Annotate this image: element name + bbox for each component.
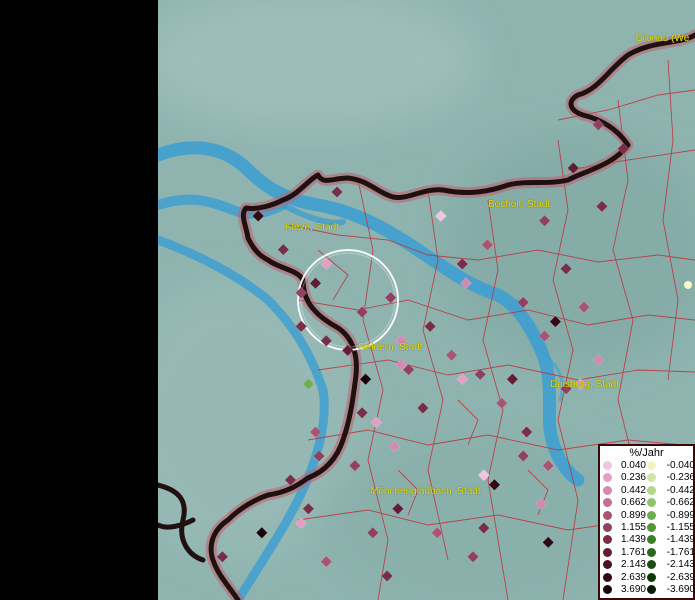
- legend-row-negative: -0.040: [646, 460, 695, 473]
- legend-value: -0.236: [666, 472, 695, 484]
- legend-title: %/Jahr: [629, 447, 664, 459]
- legend-value: 2.639: [620, 571, 646, 583]
- legend-row-positive: 0.236: [602, 472, 646, 485]
- legend-row-negative: -0.442: [646, 485, 695, 498]
- city-label-kleve: Kleve, Stadt: [285, 222, 339, 233]
- legend-value: 0.236: [620, 472, 646, 484]
- legend-swatch: [647, 498, 656, 508]
- legend-row-negative: -2.143: [646, 559, 695, 572]
- map-legend: %/Jahr 0.040 -0.040 0.236 -0.236 0.442 -0.442…: [598, 444, 695, 600]
- legend-swatch: [647, 560, 656, 570]
- legend-swatch: [603, 510, 612, 520]
- legend-row-positive: 0.040: [602, 460, 646, 473]
- legend-row-positive: 1.761: [602, 547, 646, 560]
- city-label-moenchengladbach: Mönchengladbach, Stadt: [370, 486, 481, 497]
- legend-row-negative: -3.690: [646, 584, 695, 597]
- legend-row-negative: -0.662: [646, 497, 695, 510]
- legend-swatch: [647, 485, 656, 495]
- legend-swatch: [647, 547, 656, 557]
- legend-swatch: [603, 572, 612, 582]
- legend-value: -0.899: [666, 509, 695, 521]
- legend-value: -0.662: [666, 497, 695, 509]
- legend-value: -1.155: [666, 522, 695, 533]
- legend-swatch: [603, 560, 612, 570]
- legend-row-negative: -2.639: [646, 572, 695, 585]
- legend-row-negative: -1.439: [646, 534, 695, 547]
- legend-row-positive: 0.899: [602, 510, 646, 523]
- city-label-bocholt: Bocholt, Stadt: [488, 199, 551, 210]
- legend-value: 0.040: [620, 460, 646, 471]
- legend-swatch: [647, 461, 656, 470]
- legend-value: 3.690: [620, 584, 646, 595]
- legend-swatch: [647, 572, 656, 582]
- legend-swatch: [647, 535, 656, 545]
- legend-value: -0.442: [666, 484, 695, 496]
- legend-value: 1.439: [620, 534, 646, 546]
- legend-row-positive: 1.439: [602, 534, 646, 547]
- legend-row-positive: 2.143: [602, 559, 646, 572]
- legend-value: 0.442: [620, 484, 646, 496]
- legend-row-positive: 2.639: [602, 572, 646, 585]
- legend-row-negative: -1.155: [646, 522, 695, 535]
- legend-swatch: [603, 485, 612, 495]
- data-point[interactable]: [684, 281, 692, 289]
- legend-value: -0.040: [666, 460, 695, 471]
- city-label-geldern: Geldern, Stadt: [358, 342, 423, 353]
- legend-value: 1.761: [620, 546, 646, 558]
- legend-swatch: [647, 523, 656, 532]
- legend-swatch: [603, 535, 612, 545]
- legend-swatch: [603, 461, 612, 470]
- legend-row-positive: 0.442: [602, 485, 646, 498]
- legend-row-negative: -0.899: [646, 510, 695, 523]
- empty-margin: [0, 0, 158, 600]
- legend-value: -1.439: [666, 534, 695, 546]
- legend-value: -2.143: [666, 559, 695, 571]
- legend-row-positive: 0.662: [602, 497, 646, 510]
- legend-row-negative: -1.761: [646, 547, 695, 560]
- legend-swatch: [647, 510, 656, 520]
- legend-value: 0.662: [620, 497, 646, 509]
- city-label-gronau: Gronau (We: [635, 33, 690, 44]
- legend-value: 2.143: [620, 559, 646, 571]
- legend-swatch: [603, 547, 612, 557]
- city-label-duisburg: Duisburg, Stadt: [550, 379, 619, 390]
- legend-row-positive: 1.155: [602, 522, 646, 535]
- legend-row-negative: -0.236: [646, 472, 695, 485]
- legend-row-positive: 3.690: [602, 584, 646, 597]
- legend-value: -3.690: [666, 584, 695, 595]
- legend-swatch: [603, 523, 612, 532]
- legend-swatch: [603, 498, 612, 508]
- legend-swatch: [603, 585, 612, 594]
- legend-value: 0.899: [620, 509, 646, 521]
- legend-value: -1.761: [666, 546, 695, 558]
- legend-swatch: [647, 585, 656, 594]
- legend-swatch: [647, 473, 656, 483]
- legend-value: -2.639: [666, 571, 695, 583]
- legend-value: 1.155: [620, 522, 646, 533]
- legend-swatch: [603, 473, 612, 483]
